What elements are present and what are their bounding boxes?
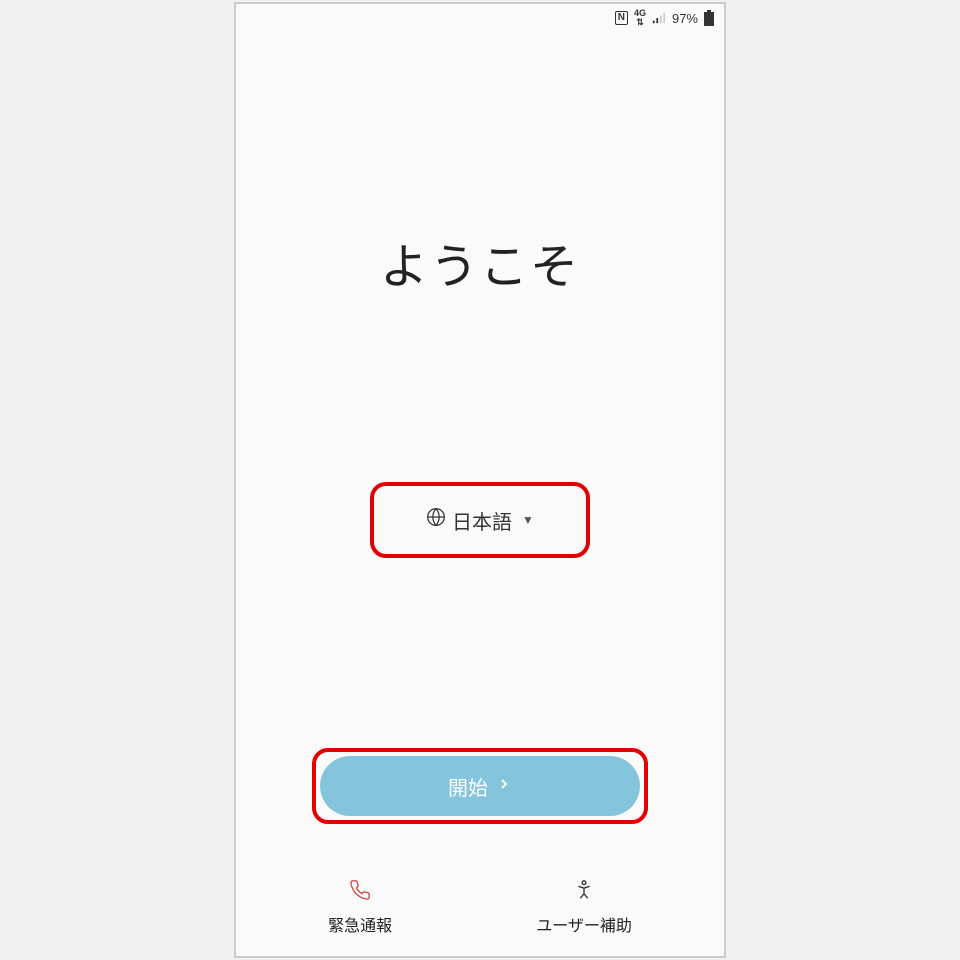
- battery-icon: [704, 10, 714, 26]
- language-highlight-annotation: 日本語 ▼: [370, 482, 590, 558]
- welcome-content: ようこそ 日本語 ▼ 開始: [236, 32, 724, 956]
- chevron-down-icon: ▼: [522, 513, 534, 527]
- start-highlight-annotation: 開始: [312, 748, 648, 824]
- accessibility-icon: [573, 879, 595, 906]
- chevron-right-icon: [496, 775, 512, 798]
- start-button-label: 開始: [448, 772, 488, 801]
- welcome-title: ようこそ: [380, 227, 580, 297]
- battery-percentage: 97%: [672, 11, 698, 26]
- nfc-icon: N: [615, 11, 628, 25]
- language-selector[interactable]: 日本語 ▼: [426, 506, 534, 535]
- language-label: 日本語: [452, 506, 512, 535]
- status-bar: N 4G ⇅ 97%: [236, 4, 724, 32]
- network-4g-icon: 4G ⇅: [634, 9, 646, 27]
- accessibility-button[interactable]: ユーザー補助: [536, 879, 632, 936]
- phone-frame: N 4G ⇅ 97% ようこそ: [234, 2, 726, 958]
- footer: 緊急通報 ユーザー補助: [236, 879, 724, 936]
- emergency-call-button[interactable]: 緊急通報: [328, 879, 392, 936]
- phone-icon: [349, 879, 371, 906]
- globe-icon: [426, 507, 446, 533]
- accessibility-label: ユーザー補助: [536, 912, 632, 936]
- start-button[interactable]: 開始: [320, 756, 640, 816]
- signal-icon: [652, 11, 666, 25]
- emergency-label: 緊急通報: [328, 912, 392, 936]
